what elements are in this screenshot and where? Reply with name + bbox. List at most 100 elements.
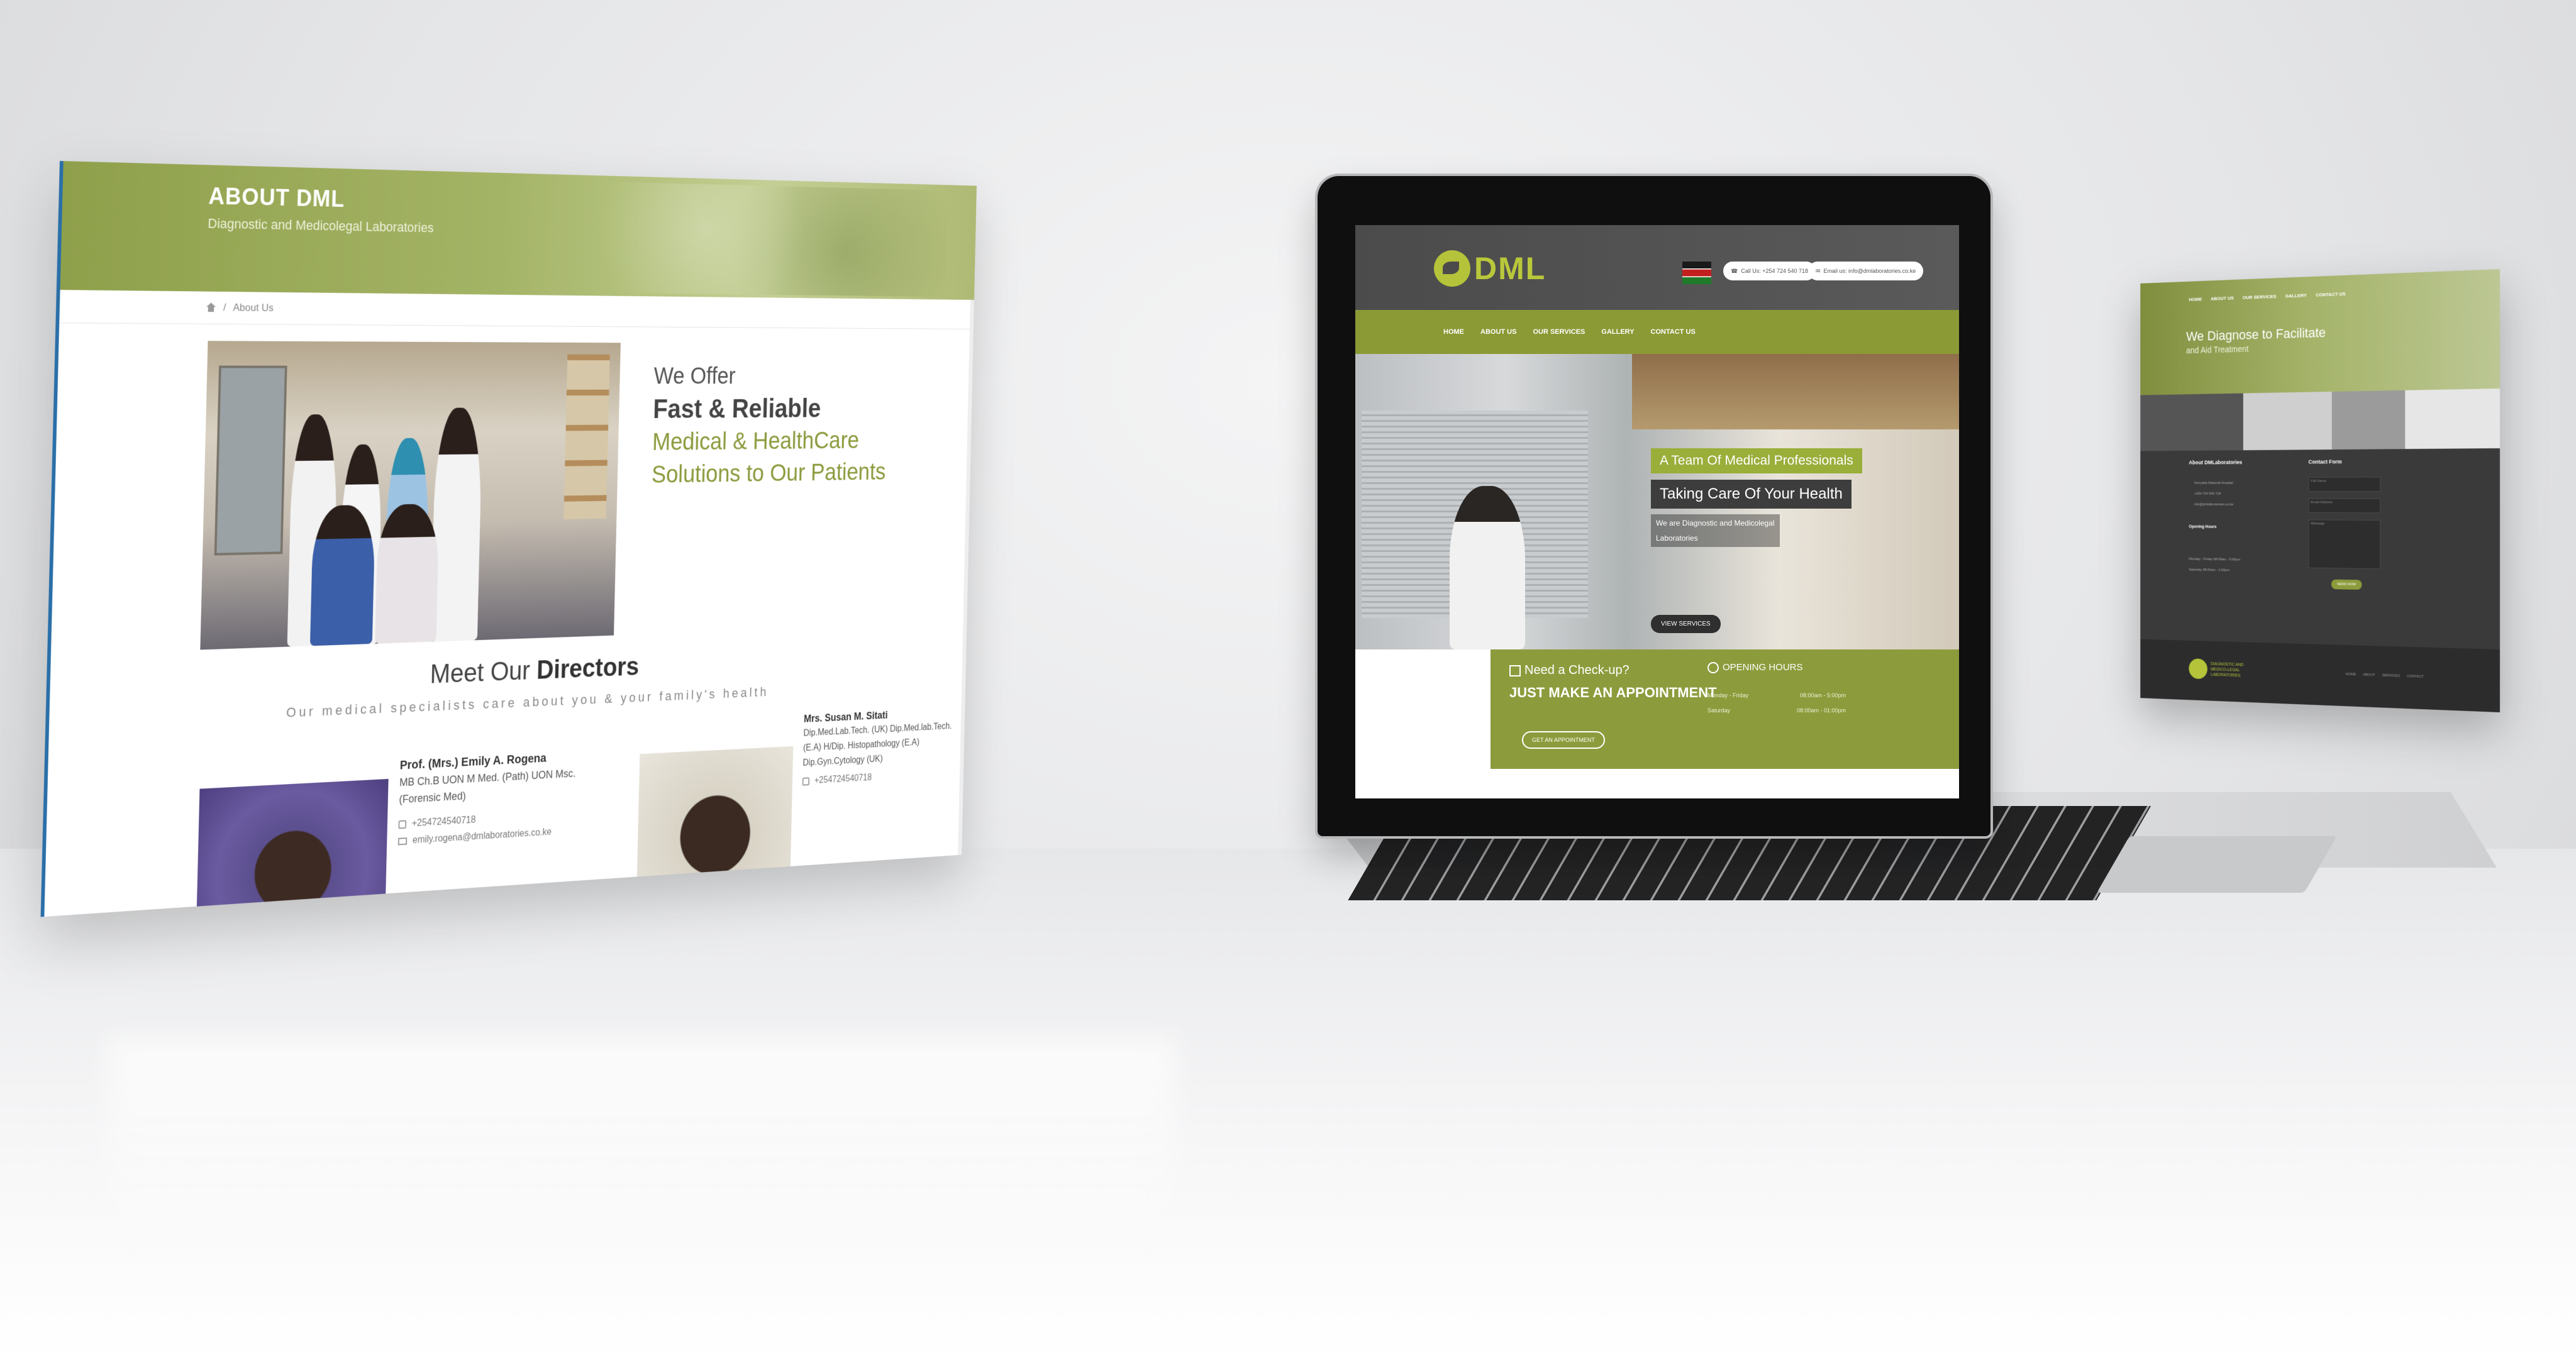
hours-line: Monday - Friday 08:00am - 5:00pm <box>2189 558 2240 562</box>
footer-logo-text: DIAGNOSTIC AND MEDICO-LEGAL LABORATORIES <box>2211 661 2255 679</box>
laptop-trackpad <box>2097 836 2337 893</box>
nav-home[interactable]: HOME <box>1443 328 1464 336</box>
nav-services[interactable]: OUR SERVICES <box>2243 294 2277 301</box>
footer-link[interactable]: ABOUT <box>2363 673 2375 678</box>
hours-day: Monday - Friday <box>1707 692 1748 698</box>
mail-icon <box>398 837 407 845</box>
hours-line: Saturday 08:00am - 1:00pm <box>2189 568 2229 573</box>
offer-line3: Medical & HealthCare <box>652 425 887 457</box>
phone-icon: ☎ <box>1731 268 1738 275</box>
home-page-screen: DML ☎ Call Us: +254 724 540 718 ✉ Email … <box>1355 225 1959 798</box>
mail-icon: ✉ <box>1816 268 1821 275</box>
cta-headline: JUST MAKE AN APPOINTMENT <box>1509 685 1717 701</box>
scrollbar[interactable] <box>958 300 974 858</box>
offer-line4: Solutions to Our Patients <box>651 457 886 490</box>
appointment-cta: Need a Check-up? JUST MAKE AN APPOINTMEN… <box>1491 649 1959 769</box>
contact-line: +254 724 540 718 <box>2194 492 2221 496</box>
nav-gallery[interactable]: GALLERY <box>1601 328 1634 336</box>
director1-info: Prof. (Mrs.) Emily A. Rogena MB Ch.B UON… <box>398 748 577 850</box>
contact-body: About DMLaboratories Kenyatta National H… <box>2140 448 2500 649</box>
director2-phone[interactable]: +254724540718 <box>814 770 872 788</box>
breadcrumb-current: About Us <box>233 302 274 314</box>
footer-logo[interactable]: DIAGNOSTIC AND MEDICO-LEGAL LABORATORIES <box>2189 658 2255 681</box>
page-title: ABOUT DML <box>208 184 345 213</box>
hours-row: Saturday 08:00am - 01:00pm <box>1707 707 1846 714</box>
contact-line: info@dmlaboratories.co.ke <box>2194 503 2233 507</box>
about-banner: ABOUT DML Diagnostic and Medicolegal Lab… <box>60 161 977 300</box>
directors-heading-prefix: Meet Our <box>430 656 530 689</box>
person-figure <box>310 505 375 646</box>
checklist-icon <box>1509 665 1521 676</box>
contact-heading: We Diagnose to Facilitate <box>2186 325 2326 345</box>
offer-line2: Fast & Reliable <box>653 392 887 424</box>
person-figure <box>375 504 439 644</box>
breadcrumb-separator: / <box>223 302 226 314</box>
footer-link[interactable]: CONTACT <box>2407 675 2424 679</box>
home-icon[interactable] <box>206 302 216 312</box>
contact-line: Kenyatta National Hospital <box>2194 482 2233 485</box>
phone-pill[interactable]: ☎ Call Us: +254 724 540 718 <box>1723 262 1816 280</box>
page-subtitle: Diagnostic and Medicolegal Laboratories <box>208 216 434 236</box>
contact-form-title: Contact Form <box>2309 458 2342 465</box>
email-field[interactable]: Email Address <box>2309 499 2381 514</box>
clock-icon <box>1707 662 1719 673</box>
contact-subheading: and Aid Treatment <box>2186 344 2248 355</box>
phone-icon <box>802 777 809 785</box>
footer-link[interactable]: HOME <box>2346 673 2357 676</box>
cta-need-text: Need a Check-up? <box>1524 663 1629 677</box>
hero-lab-worker <box>1450 486 1525 649</box>
message-field[interactable]: Message <box>2309 519 2381 569</box>
hero-description-line1: We are Diagnostic and Medicolegal <box>1656 516 1775 531</box>
name-field[interactable]: Full Name <box>2309 477 2381 491</box>
view-services-button[interactable]: VIEW SERVICES <box>1651 615 1721 633</box>
nav-contact[interactable]: CONTACT US <box>2316 291 2345 297</box>
nav-about[interactable]: ABOUT US <box>2211 295 2234 302</box>
director2-photo <box>637 746 794 877</box>
hero-description-line2: Laboratories <box>1656 531 1775 546</box>
main-nav: HOME ABOUT US OUR SERVICES GALLERY CONTA… <box>1355 310 1959 354</box>
directors-heading-bold: Directors <box>536 652 640 685</box>
nav-about[interactable]: ABOUT US <box>1480 328 1516 336</box>
hours-day: Saturday <box>1707 707 1730 714</box>
cta-need: Need a Check-up? <box>1509 663 1629 678</box>
header-email: Email us: info@dmlaboratories.co.ke <box>1824 268 1916 274</box>
email-pill[interactable]: ✉ Email us: info@dmlaboratories.co.ke <box>1808 262 1923 280</box>
hours-row: Monday - Friday 08:00am - 5:00pm <box>1707 692 1846 698</box>
site-header: DML ☎ Call Us: +254 724 540 718 ✉ Email … <box>1355 225 1959 310</box>
contact-nav: HOME ABOUT US OUR SERVICES GALLERY CONTA… <box>2189 291 2345 302</box>
floor-reflection <box>107 1037 1176 1264</box>
get-appointment-button[interactable]: GET AN APPOINTMENT <box>1522 731 1605 749</box>
photo-shelf <box>564 355 610 519</box>
opening-hours-title: OPENING HOURS <box>1707 662 1803 673</box>
logo-icon <box>2189 658 2207 679</box>
about-title: About DMLaboratories <box>2189 459 2242 465</box>
nav-services[interactable]: OUR SERVICES <box>1533 328 1585 336</box>
phone-icon <box>398 820 406 829</box>
kenya-flag-icon <box>1682 262 1711 284</box>
footer-links: HOME ABOUT SERVICES CONTACT <box>2346 673 2424 679</box>
site-logo[interactable]: DML <box>1434 250 1546 287</box>
person-figure <box>431 407 483 641</box>
site-footer: DIAGNOSTIC AND MEDICO-LEGAL LABORATORIES… <box>2140 639 2500 712</box>
nav-contact[interactable]: CONTACT US <box>1651 328 1696 336</box>
hours-time: 08:00am - 5:00pm <box>1800 692 1846 698</box>
photo-window <box>214 365 287 555</box>
team-photo <box>200 341 621 649</box>
hero-tagline: A Team Of Medical Professionals <box>1651 448 1862 473</box>
footer-link[interactable]: SERVICES <box>2382 674 2400 678</box>
contact-page-screen: HOME ABOUT US OUR SERVICES GALLERY CONTA… <box>2140 269 2500 712</box>
about-page-screen: ABOUT DML Diagnostic and Medicolegal Lab… <box>41 161 977 917</box>
hero-shelves <box>1632 354 1959 429</box>
nav-home[interactable]: HOME <box>2189 297 2202 302</box>
offer-line1: We Offer <box>653 363 888 390</box>
hours-time: 08:00am - 01:00pm <box>1797 707 1846 714</box>
director2-info: Mrs. Susan M. Sitati Dip.Med.Lab.Tech. (… <box>802 705 953 789</box>
logo-icon <box>1434 250 1470 287</box>
hero-headline: Taking Care Of Your Health <box>1651 480 1852 509</box>
nav-gallery[interactable]: GALLERY <box>2285 292 2307 299</box>
contact-banner: HOME ABOUT US OUR SERVICES GALLERY CONTA… <box>2140 269 2500 395</box>
send-button[interactable]: SEND NOW <box>2331 580 2362 590</box>
offer-text: We Offer Fast & Reliable Medical & Healt… <box>651 363 888 490</box>
opening-hours-text: OPENING HOURS <box>1723 662 1803 673</box>
header-phone: Call Us: +254 724 540 718 <box>1741 268 1808 274</box>
